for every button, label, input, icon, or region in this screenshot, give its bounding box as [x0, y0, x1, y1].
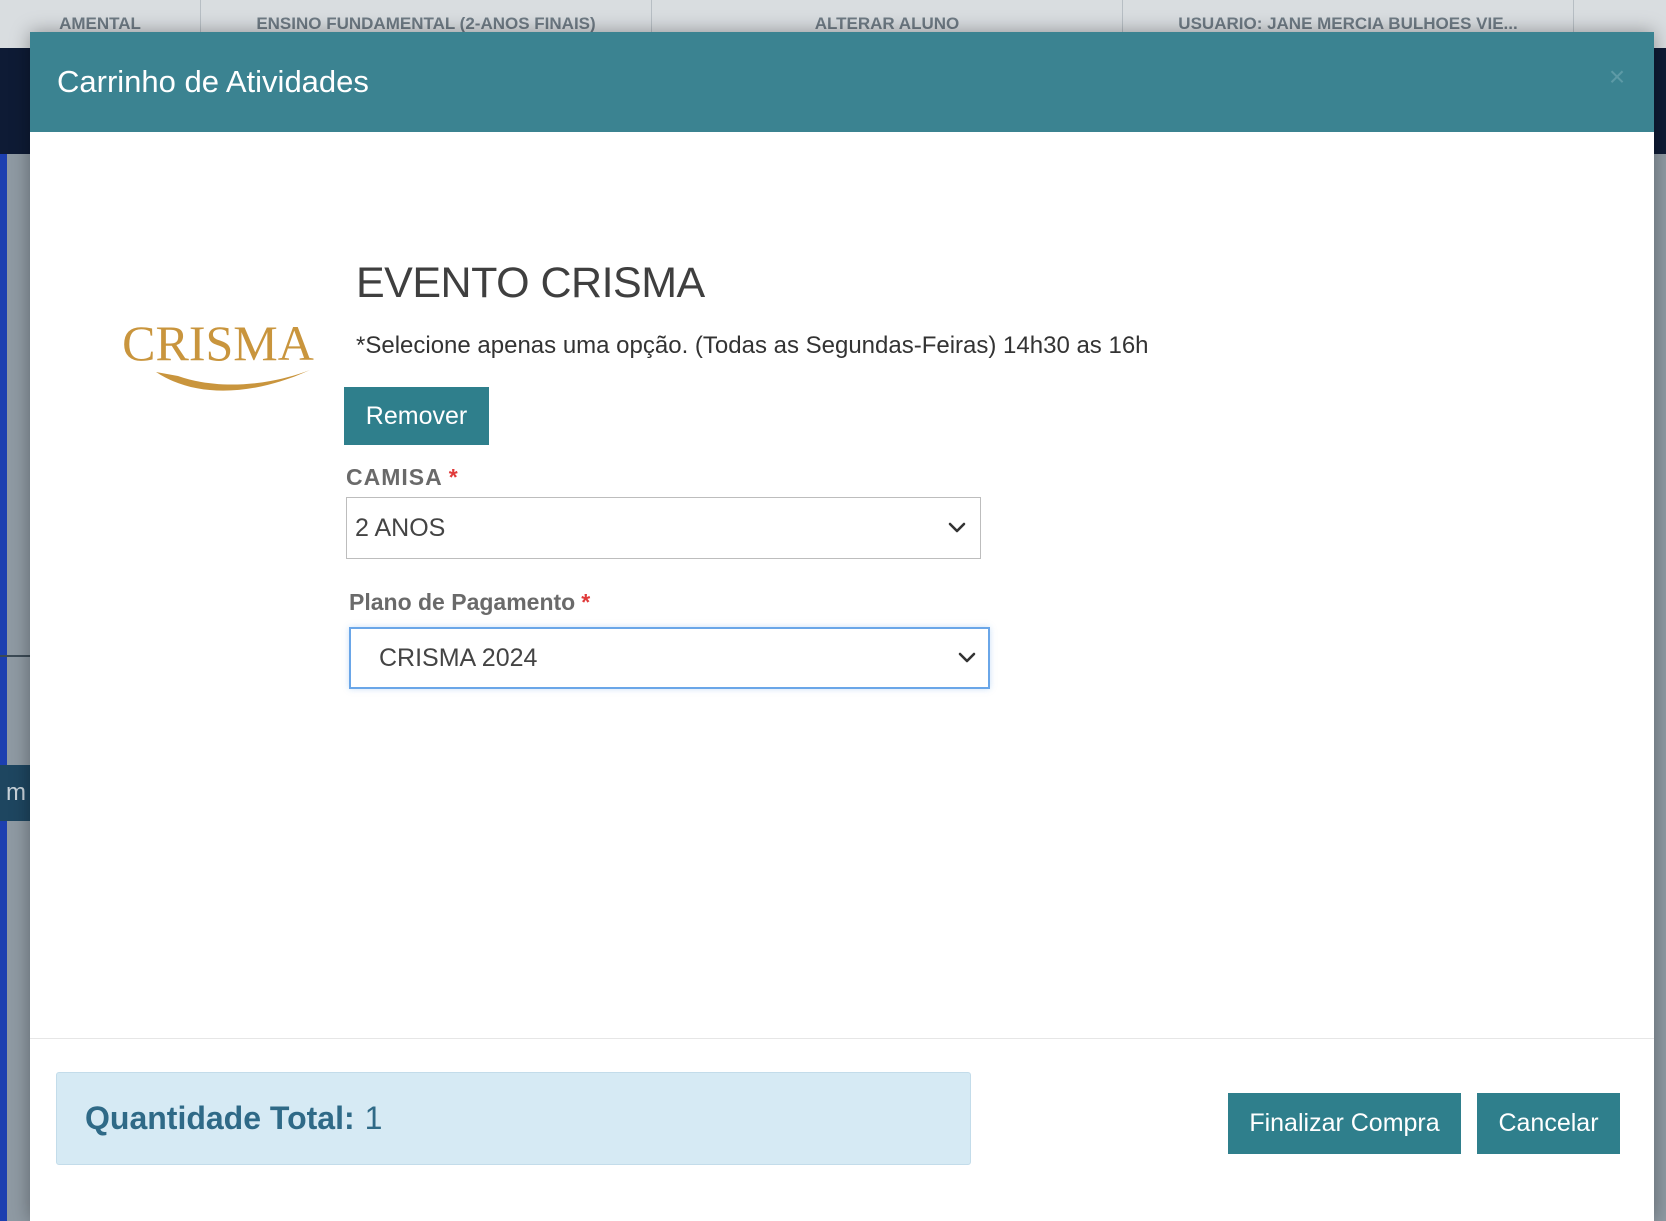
plano-label: Plano de Pagamento *: [349, 589, 590, 616]
crisma-logo: CRISMA: [118, 290, 318, 410]
cart-modal: Carrinho de Atividades × CRISMA EVENTO C…: [30, 32, 1654, 1221]
modal-title: Carrinho de Atividades: [57, 64, 369, 99]
background-left-edge: [0, 0, 7, 1221]
remove-button[interactable]: Remover: [344, 387, 489, 445]
plano-label-text: Plano de Pagamento: [349, 589, 576, 615]
chevron-down-icon: [958, 652, 976, 663]
event-title: EVENTO CRISMA: [356, 259, 705, 307]
required-mark: *: [448, 464, 459, 490]
payment-plan-selected-value: CRISMA 2024: [379, 643, 538, 672]
total-quantity-label: Quantidade Total:: [85, 1100, 355, 1136]
modal-header: Carrinho de Atividades ×: [30, 32, 1654, 132]
total-quantity-box: Quantidade Total: 1: [56, 1072, 971, 1165]
close-button[interactable]: ×: [1602, 62, 1632, 92]
chevron-down-icon: [948, 522, 966, 533]
camisa-label-text: CAMISA: [346, 464, 443, 490]
finalize-purchase-button[interactable]: Finalizar Compra: [1228, 1093, 1461, 1154]
footer-divider: [30, 1038, 1654, 1039]
camisa-selected-value: 2 ANOS: [355, 513, 446, 542]
cancel-button[interactable]: Cancelar: [1477, 1093, 1620, 1154]
crisma-logo-swoosh: [156, 370, 310, 391]
payment-plan-select[interactable]: CRISMA 2024: [349, 627, 990, 689]
close-icon: ×: [1608, 61, 1626, 92]
required-mark: *: [581, 589, 591, 615]
camisa-label: CAMISA *: [346, 464, 459, 491]
event-description: *Selecione apenas uma opção. (Todas as S…: [356, 332, 1149, 359]
total-quantity-value: 1: [364, 1100, 383, 1136]
camisa-select[interactable]: 2 ANOS: [346, 497, 981, 559]
crisma-logo-text: CRISMA: [122, 315, 314, 371]
